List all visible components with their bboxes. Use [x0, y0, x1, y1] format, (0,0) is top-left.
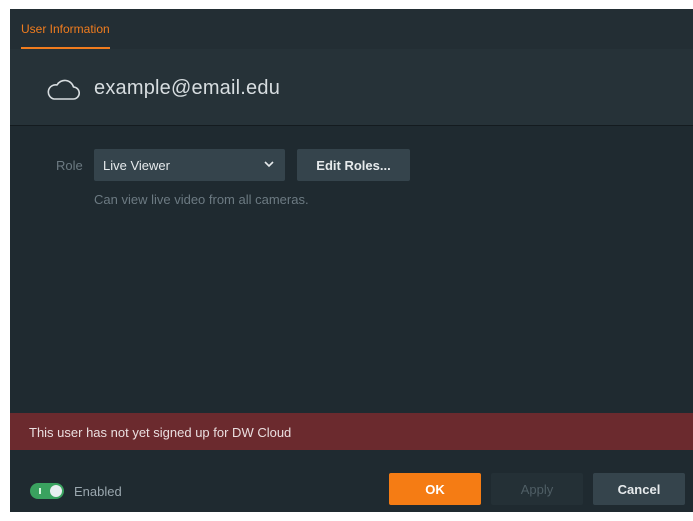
signup-warning: This user has not yet signed up for DW C…: [10, 413, 693, 450]
tab-bar: User Information: [10, 9, 693, 49]
edit-roles-button[interactable]: Edit Roles...: [297, 149, 410, 181]
dialog-footer: Enabled OK Apply Cancel: [10, 450, 693, 512]
content-area: Role Live Viewer Edit Roles... Can view …: [10, 127, 693, 413]
role-select-value: Live Viewer: [103, 158, 170, 173]
enabled-label: Enabled: [74, 484, 122, 499]
ok-button[interactable]: OK: [389, 473, 481, 505]
apply-button[interactable]: Apply: [491, 473, 583, 505]
role-description: Can view live video from all cameras.: [94, 192, 309, 207]
enabled-toggle[interactable]: [30, 483, 64, 499]
user-header: example@email.edu: [10, 49, 693, 126]
chevron-down-icon: [264, 161, 274, 168]
tab-user-information[interactable]: User Information: [21, 9, 110, 49]
toggle-on-mark: [39, 488, 41, 494]
cloud-icon: [47, 79, 80, 100]
tab-label: User Information: [21, 22, 110, 36]
user-email: example@email.edu: [94, 77, 281, 99]
toggle-knob: [50, 485, 62, 497]
role-select[interactable]: Live Viewer: [94, 149, 285, 181]
user-dialog: User Information example@email.edu Role …: [10, 9, 693, 512]
cancel-button[interactable]: Cancel: [593, 473, 685, 505]
role-label: Role: [56, 158, 83, 173]
